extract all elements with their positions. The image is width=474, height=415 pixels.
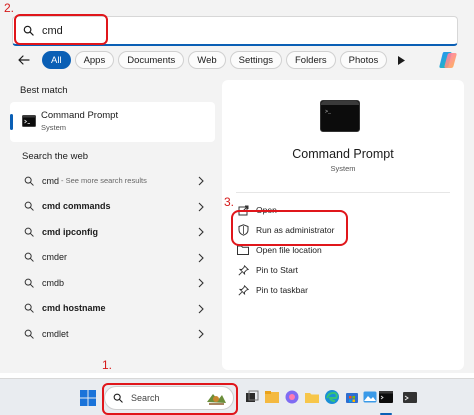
web-result-query: cmder xyxy=(42,252,68,263)
web-result-query: cmdb xyxy=(42,277,65,288)
chevron-right-icon xyxy=(198,176,204,186)
chevron-right-icon xyxy=(198,253,204,262)
filter-settings[interactable]: Settings xyxy=(229,51,282,69)
best-match-name: Command Prompt xyxy=(41,110,119,121)
search-input[interactable]: cmd xyxy=(12,16,458,46)
best-match-heading: Best match xyxy=(20,84,68,96)
windows-start-icon[interactable] xyxy=(80,390,96,406)
action-pin-to-start-label: Pin to Start xyxy=(256,265,299,275)
folder-icon xyxy=(236,243,250,257)
search-icon xyxy=(24,227,34,237)
search-icon xyxy=(24,201,34,211)
search-web-heading: Search the web xyxy=(22,150,89,162)
search-panel: 2. cmd All Apps Documents Web Settings F… xyxy=(0,0,474,373)
web-result-suffix: - See more search results xyxy=(61,176,147,186)
command-prompt-large-icon: >_ xyxy=(320,100,360,132)
terminal-settings-icon[interactable] xyxy=(402,389,418,405)
filter-documents[interactable]: Documents xyxy=(118,51,185,69)
copilot-taskbar-icon[interactable] xyxy=(284,389,300,405)
search-icon xyxy=(24,278,34,288)
action-run-as-administrator[interactable]: Run as administrator xyxy=(236,220,450,240)
taskbar: Search xyxy=(0,378,474,415)
filter-apps[interactable]: Apps xyxy=(74,51,115,69)
web-result-cmdb[interactable]: cmdb xyxy=(10,270,215,296)
search-icon xyxy=(23,25,34,36)
web-result-query: cmd xyxy=(42,175,60,186)
web-result-cmd-commands[interactable]: cmd commands xyxy=(10,194,215,220)
web-result-query: cmd commands xyxy=(42,201,111,212)
step-1-label: 1. xyxy=(102,358,113,372)
web-result-query: cmd hostname xyxy=(42,303,106,314)
photos-icon[interactable] xyxy=(362,389,378,405)
action-open-file-location-label: Open file location xyxy=(256,245,322,255)
chevron-right-icon xyxy=(198,227,204,237)
action-pin-to-taskbar[interactable]: Pin to taskbar xyxy=(236,280,450,300)
web-results-list: cmd - See more search results cmd comman… xyxy=(10,168,215,347)
best-match-type: System xyxy=(41,123,67,132)
selection-accent xyxy=(10,114,13,130)
app-subtitle: System xyxy=(330,164,356,173)
search-icon xyxy=(24,176,34,186)
taskbar-search-label: Search xyxy=(131,393,160,403)
web-result-cmd[interactable]: cmd - See more search results xyxy=(10,168,215,194)
icon-titlebar xyxy=(321,101,359,105)
action-open-file-location[interactable]: Open file location xyxy=(236,240,450,260)
open-icon xyxy=(236,203,250,217)
icon-prompt-glyph: >_ xyxy=(325,109,332,115)
search-icon xyxy=(24,303,34,313)
web-result-cmdlet[interactable]: cmdlet xyxy=(10,321,215,347)
search-highlight-doodle-icon xyxy=(207,394,226,405)
app-detail-pane: >_ Command Prompt System Open Run as adm… xyxy=(222,80,464,370)
pin-icon xyxy=(236,283,250,297)
filter-bar: All Apps Documents Web Settings Folders … xyxy=(14,50,409,70)
filter-all[interactable]: All xyxy=(42,51,71,69)
shield-icon xyxy=(236,223,250,237)
action-pin-to-taskbar-label: Pin to taskbar xyxy=(256,285,308,295)
web-result-cmder[interactable]: cmder xyxy=(10,245,215,271)
web-result-cmd-ipconfig[interactable]: cmd ipconfig xyxy=(10,219,215,245)
web-result-query: cmd ipconfig xyxy=(42,226,98,237)
search-icon xyxy=(24,252,34,262)
app-actions: Open Run as administrator Open file loca… xyxy=(236,200,450,300)
back-arrow-icon[interactable] xyxy=(14,50,34,70)
action-open-label: Open xyxy=(256,205,277,215)
chevron-right-icon xyxy=(198,304,204,313)
filter-web[interactable]: Web xyxy=(188,51,226,69)
edge-browser-icon[interactable] xyxy=(324,389,340,405)
store-icon[interactable] xyxy=(344,389,360,405)
taskbar-search-box[interactable]: Search xyxy=(104,386,234,410)
task-view-icon[interactable] xyxy=(244,389,260,405)
chevron-right-icon xyxy=(198,278,204,288)
action-open[interactable]: Open xyxy=(236,200,450,220)
action-run-as-administrator-label: Run as administrator xyxy=(256,225,335,235)
step-3-label: 3. xyxy=(224,195,235,209)
filter-photos[interactable]: Photos xyxy=(339,51,388,69)
action-pin-to-start[interactable]: Pin to Start xyxy=(236,260,450,280)
folder-taskbar-icon[interactable] xyxy=(304,389,320,405)
search-icon xyxy=(24,329,34,339)
app-title: Command Prompt xyxy=(292,147,394,161)
search-query-text: cmd xyxy=(42,24,63,37)
web-result-cmd-hostname[interactable]: cmd hostname xyxy=(10,296,215,322)
divider xyxy=(236,192,450,193)
more-filters-play-icon[interactable] xyxy=(393,51,409,69)
pin-icon xyxy=(236,263,250,277)
web-result-query: cmdlet xyxy=(42,328,69,339)
copilot-icon[interactable] xyxy=(438,49,460,71)
filter-folders[interactable]: Folders xyxy=(285,51,336,69)
chevron-right-icon xyxy=(198,202,204,211)
chevron-right-icon xyxy=(198,329,204,339)
step-2-label: 2. xyxy=(4,1,15,15)
search-icon xyxy=(113,393,123,403)
best-match-command-prompt[interactable]: Command Prompt System xyxy=(10,102,215,142)
command-prompt-icon xyxy=(22,114,36,132)
file-explorer-icon[interactable] xyxy=(264,389,280,405)
command-prompt-taskbar-icon[interactable] xyxy=(378,389,394,405)
